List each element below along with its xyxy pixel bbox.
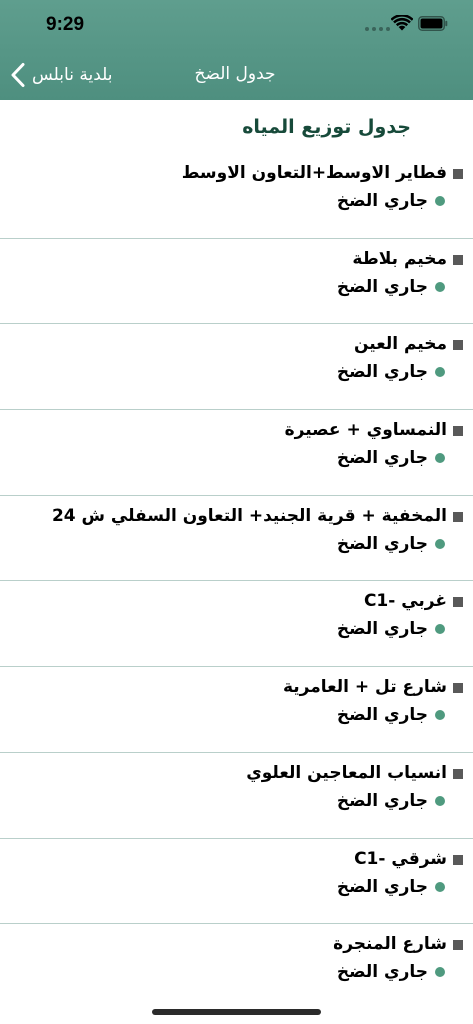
square-bullet-icon <box>453 511 463 522</box>
item-row: مخيم العين <box>10 334 463 354</box>
list-item[interactable]: النمساوي + عصيرة جاري الضخ <box>0 410 473 496</box>
status-text: جاري الضخ <box>336 962 428 983</box>
header: 9:29 بلدية نابلس جدول الضخ <box>0 0 473 100</box>
area-name: انسياب المعاجين العلوي <box>246 762 447 783</box>
square-bullet-icon <box>453 854 463 865</box>
status-row: جاري الضخ <box>337 191 445 211</box>
list-item[interactable]: شرقي -C1 جاري الضخ <box>0 839 473 925</box>
item-row: المخفية + قرية الجنيد+ التعاون السفلي ش … <box>10 506 463 526</box>
battery-icon <box>418 16 448 31</box>
list-item[interactable]: شارع تل + العامرية جاري الضخ <box>0 667 473 753</box>
status-dot-icon <box>435 624 445 635</box>
status-text: جاري الضخ <box>336 362 428 383</box>
status-row: جاري الضخ <box>337 619 445 639</box>
area-name: شارع المنجرة <box>333 934 447 955</box>
square-bullet-icon <box>453 597 463 608</box>
status-dot-icon <box>435 453 445 464</box>
square-bullet-icon <box>453 254 463 265</box>
status-dot-icon <box>435 367 445 378</box>
status-dot-icon <box>435 281 445 292</box>
status-text: جاري الضخ <box>336 533 428 554</box>
status-text: جاري الضخ <box>336 276 428 297</box>
status-time: 9:29 <box>46 14 85 35</box>
status-row: جاري الضخ <box>337 448 445 468</box>
list-item[interactable]: المخفية + قرية الجنيد+ التعاون السفلي ش … <box>0 496 473 582</box>
item-row: فطاير الاوسط+التعاون الاوسط <box>10 163 463 183</box>
area-name: النمساوي + عصيرة <box>284 420 447 441</box>
status-text: جاري الضخ <box>336 705 428 726</box>
status-dot-icon <box>435 967 445 978</box>
app-screen: 9:29 بلدية نابلس جدول الضخ جدول توزيع ال… <box>0 0 473 1024</box>
area-name: مخيم العين <box>353 334 447 355</box>
square-bullet-icon <box>453 169 463 179</box>
area-name: المخفية + قرية الجنيد+ التعاون السفلي ش … <box>51 505 447 526</box>
signal-dots-icon <box>365 27 390 31</box>
square-bullet-icon <box>453 426 463 437</box>
list-item[interactable]: فطاير الاوسط+التعاون الاوسط جاري الضخ <box>0 153 473 239</box>
back-button[interactable]: بلدية نابلس <box>10 58 112 92</box>
item-row: النمساوي + عصيرة <box>10 420 463 440</box>
area-name: مخيم بلاطة <box>352 248 447 269</box>
status-row: جاري الضخ <box>337 277 445 297</box>
status-row: جاري الضخ <box>337 705 445 725</box>
page-title: جدول توزيع المياه <box>242 116 411 138</box>
list-item[interactable]: شارع المنجرة جاري الضخ <box>0 924 473 1010</box>
status-row: جاري الضخ <box>337 877 445 897</box>
item-row: انسياب المعاجين العلوي <box>10 763 463 783</box>
area-name: غربي -C1 <box>363 591 447 612</box>
status-text: جاري الضخ <box>336 790 428 811</box>
chevron-left-icon <box>11 63 25 87</box>
square-bullet-icon <box>453 940 463 951</box>
area-name: شارع تل + العامرية <box>282 677 447 698</box>
status-row: جاري الضخ <box>337 962 445 982</box>
navigation-bar: بلدية نابلس جدول الضخ <box>0 50 473 100</box>
nav-title: جدول الضخ <box>194 64 276 84</box>
status-dot-icon <box>435 710 445 721</box>
pumping-schedule-list: فطاير الاوسط+التعاون الاوسط جاري الضخ مخ… <box>0 153 473 1010</box>
item-row: شارع المنجرة <box>10 934 463 954</box>
list-item[interactable]: غربي -C1 جاري الضخ <box>0 581 473 668</box>
back-button-label: بلدية نابلس <box>32 65 113 85</box>
item-row: غربي -C1 <box>10 591 463 611</box>
status-text: جاري الضخ <box>336 448 428 469</box>
status-row: جاري الضخ <box>337 791 445 811</box>
status-row: جاري الضخ <box>337 362 445 382</box>
status-text: جاري الضخ <box>336 876 428 897</box>
status-dot-icon <box>435 538 445 549</box>
square-bullet-icon <box>453 683 463 694</box>
list-item[interactable]: مخيم بلاطة جاري الضخ <box>0 239 473 325</box>
home-indicator[interactable] <box>152 1009 321 1015</box>
status-row: جاري الضخ <box>337 534 445 554</box>
status-dot-icon <box>435 196 445 206</box>
item-row: شارع تل + العامرية <box>10 677 463 697</box>
wifi-icon <box>391 15 413 31</box>
status-bar: 9:29 <box>0 0 473 50</box>
square-bullet-icon <box>453 768 463 779</box>
item-row: شرقي -C1 <box>10 849 463 869</box>
status-dot-icon <box>435 881 445 892</box>
square-bullet-icon <box>453 340 463 351</box>
status-dot-icon <box>435 795 445 806</box>
item-row: مخيم بلاطة <box>10 249 463 269</box>
list-item[interactable]: انسياب المعاجين العلوي جاري الضخ <box>0 753 473 839</box>
status-text: جاري الضخ <box>336 619 428 640</box>
area-name: فطاير الاوسط+التعاون الاوسط <box>181 163 447 183</box>
status-text: جاري الضخ <box>336 191 428 211</box>
area-name: شرقي -C1 <box>354 848 447 869</box>
list-item[interactable]: مخيم العين جاري الضخ <box>0 324 473 411</box>
